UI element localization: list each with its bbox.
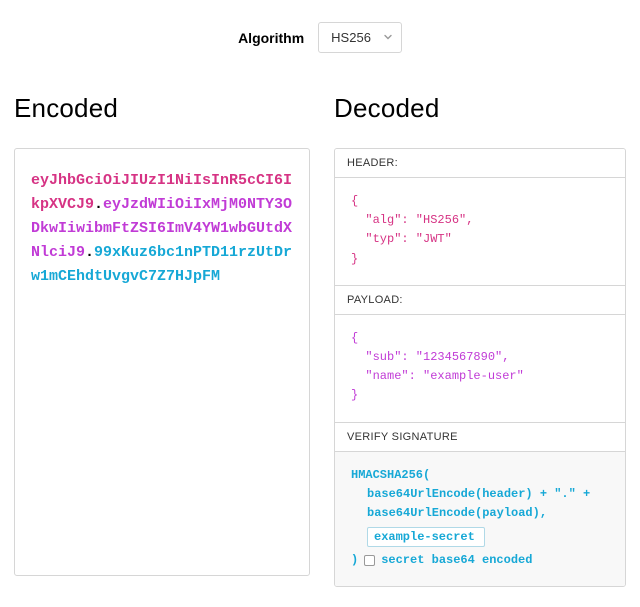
verify-panel-title: VERIFY SIGNATURE [335,422,625,452]
sig-fn-close: ) [351,551,358,570]
header-json: { "alg": "HS256", "typ": "JWT" } [351,192,609,269]
verify-signature-area: HMACSHA256( base64UrlEncode(header) + ".… [335,452,625,587]
secret-input[interactable] [367,527,485,547]
sig-fn-open: HMACSHA256( [351,466,609,485]
decoded-title: Decoded [334,93,626,124]
token-dot-2: . [85,244,94,261]
token-dot-1: . [94,196,103,213]
payload-json: { "sub": "1234567890", "name": "example-… [351,329,609,406]
algorithm-label: Algorithm [238,30,304,46]
header-json-area[interactable]: { "alg": "HS256", "typ": "JWT" } [335,178,625,285]
header-panel-title: HEADER: [335,149,625,178]
algorithm-selected-value: HS256 [331,30,371,45]
decoded-card: HEADER: { "alg": "HS256", "typ": "JWT" }… [334,148,626,587]
sig-line-header: base64UrlEncode(header) + "." + [351,485,609,504]
encoded-title: Encoded [14,93,310,124]
payload-panel-title: PAYLOAD: [335,285,625,315]
algorithm-select[interactable]: HS256 [318,22,402,53]
secret-base64-label: secret base64 encoded [381,551,532,570]
secret-base64-checkbox[interactable] [364,555,375,566]
encoded-token-area[interactable]: eyJhbGciOiJIUzI1NiIsInR5cCI6IkpXVCJ9.eyJ… [14,148,310,576]
payload-json-area[interactable]: { "sub": "1234567890", "name": "example-… [335,315,625,422]
algorithm-row: Algorithm HS256 [14,22,626,53]
chevron-down-icon [384,32,392,43]
sig-line-payload: base64UrlEncode(payload), [351,504,609,523]
